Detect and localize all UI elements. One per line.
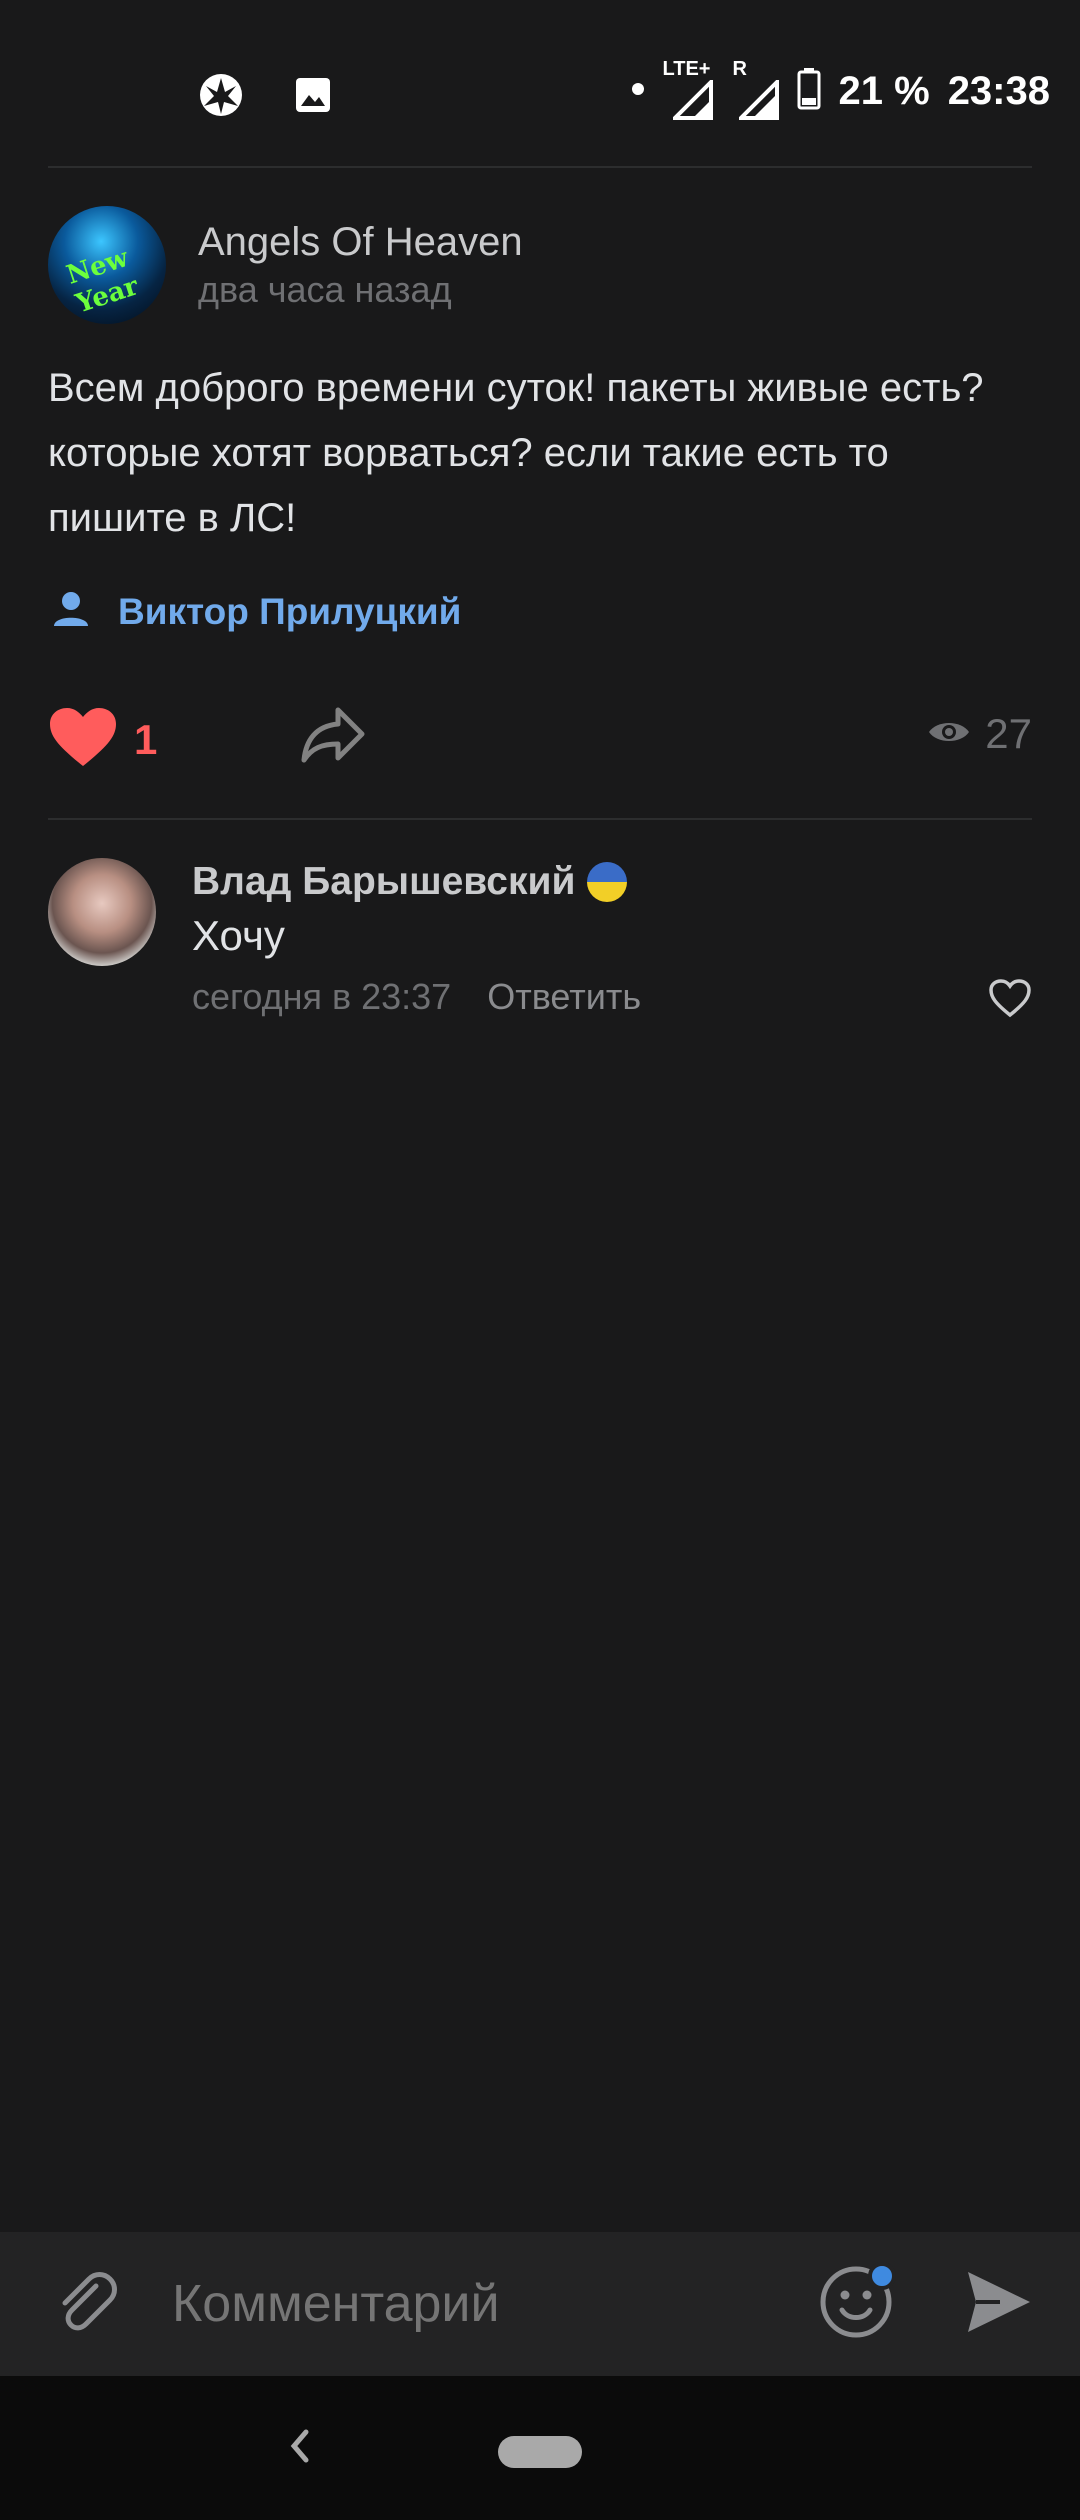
like-button[interactable]: 1	[48, 706, 157, 773]
ukraine-flag-icon	[587, 862, 628, 902]
rebel-alliance-icon	[198, 72, 244, 123]
comment-text: Хочу	[192, 912, 285, 959]
group-avatar[interactable]: New Year	[48, 206, 166, 324]
clock: 23:38	[947, 68, 1050, 113]
post-text: Всем доброго времени суток! пакеты живые…	[48, 366, 984, 540]
top-divider	[48, 166, 1032, 168]
heart-outline-icon	[989, 979, 1031, 1018]
post-time: два часа назад	[198, 269, 452, 310]
commenter-name[interactable]: Влад Барышевский	[192, 860, 575, 904]
comment-composer	[0, 2232, 1080, 2376]
group-avatar-art: New Year	[63, 242, 142, 320]
post-actions: 1 27	[48, 700, 1032, 780]
eye-icon	[927, 717, 971, 752]
send-icon	[968, 2272, 1030, 2332]
nav-home-pill[interactable]	[498, 2436, 582, 2468]
comments-divider	[48, 818, 1032, 820]
send-button[interactable]	[964, 2268, 1034, 2341]
user-icon	[48, 586, 94, 637]
comment-like-button[interactable]	[988, 978, 1032, 1023]
post-author[interactable]: Виктор Прилуцкий	[48, 586, 461, 637]
battery-icon	[797, 67, 821, 115]
post-author-name[interactable]: Виктор Прилуцкий	[118, 591, 461, 633]
paperclip-icon	[62, 2272, 117, 2331]
emoji-badge	[868, 2262, 896, 2290]
image-notification-icon	[294, 76, 332, 119]
network-type-label: LTE+	[662, 58, 711, 80]
comment-time: сегодня в 23:37	[192, 976, 452, 1017]
notification-dot-icon	[631, 82, 645, 101]
views-counter: 27	[927, 710, 1032, 758]
system-nav-bar	[0, 2376, 1080, 2520]
post-header[interactable]: New Year Angels Of Heaven два часа назад	[48, 206, 523, 324]
attach-button[interactable]	[50, 2268, 122, 2345]
share-arrow-icon	[301, 707, 365, 763]
battery-level: 21 %	[838, 68, 930, 113]
comment-input[interactable]	[172, 2272, 772, 2336]
commenter-avatar[interactable]	[48, 858, 156, 966]
group-name[interactable]: Angels Of Heaven	[198, 217, 523, 267]
roaming-label: R	[732, 58, 747, 80]
roaming-signal-icon: R	[731, 58, 779, 120]
like-count: 1	[134, 715, 158, 763]
heart-filled-icon	[48, 706, 118, 773]
share-button[interactable]	[300, 706, 366, 769]
reply-button[interactable]: Ответить	[487, 976, 641, 1018]
lte-signal-icon: LTE+	[663, 58, 713, 120]
status-bar: LTE+ R 21 % 23:38	[0, 0, 1080, 160]
nav-back-button[interactable]	[280, 2422, 316, 2475]
chevron-left-icon	[290, 2429, 309, 2463]
views-count: 27	[985, 710, 1032, 757]
